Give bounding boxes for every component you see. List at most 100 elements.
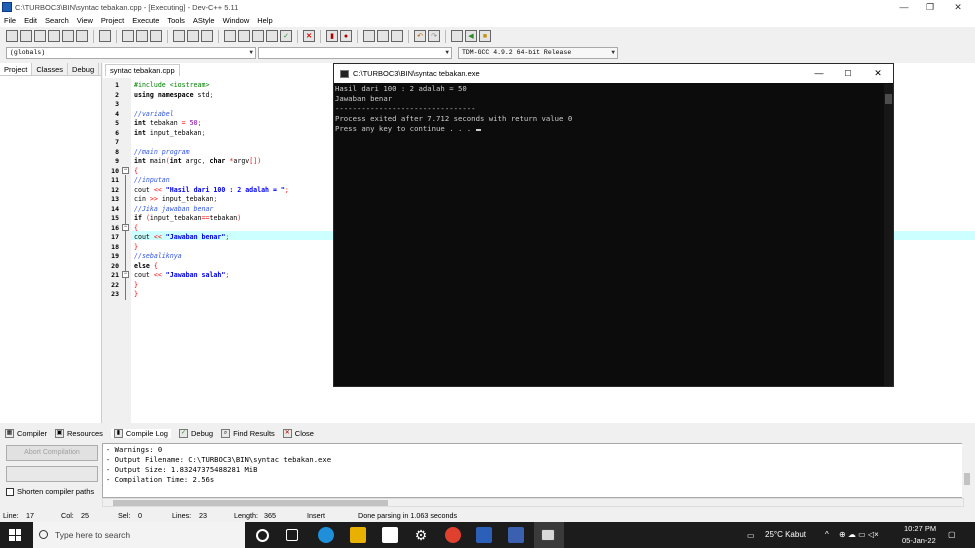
tab-find-results[interactable]: ⌕ Find Results: [221, 428, 275, 438]
fold-toggle-icon[interactable]: −: [122, 224, 129, 231]
windows-start-icon[interactable]: [9, 529, 21, 541]
new-project-icon[interactable]: [173, 30, 185, 42]
tab-debug[interactable]: ✓ Debug: [178, 428, 213, 438]
menu-search[interactable]: Search: [45, 16, 69, 25]
menu-project[interactable]: Project: [101, 16, 124, 25]
edge-icon[interactable]: [318, 527, 334, 543]
compile-log-panel: Abort Compilation Shorten compiler paths…: [0, 441, 975, 509]
toolbar-separator: [218, 29, 219, 43]
compiler-combo[interactable]: TDM-GCC 4.9.2 64-bit Release ▼: [458, 47, 618, 59]
unindent-icon[interactable]: [377, 30, 389, 42]
tab-close[interactable]: ✕ Close: [282, 428, 314, 438]
close-panel-icon: ✕: [282, 428, 292, 438]
menu-view[interactable]: View: [77, 16, 93, 25]
log-horizontal-scrollbar[interactable]: [102, 498, 964, 507]
tab-compiler[interactable]: ▦ Compiler: [5, 428, 47, 438]
clock-time[interactable]: 10:27 PM: [904, 524, 936, 533]
notification-icon[interactable]: ▢: [948, 530, 956, 539]
tab-compile-log[interactable]: ▮ Compile Log: [110, 428, 171, 438]
menu-file[interactable]: File: [4, 16, 16, 25]
devcpp-taskbar-icon[interactable]: [508, 527, 524, 543]
scroll-thumb[interactable]: [964, 473, 970, 485]
debug-icon[interactable]: ●: [340, 30, 352, 42]
symbol-combo[interactable]: ▼: [258, 47, 452, 59]
menu-astyle[interactable]: AStyle: [193, 16, 215, 25]
fold-toggle-icon[interactable]: −: [122, 271, 129, 278]
new-file-icon[interactable]: [6, 30, 18, 42]
code-line: //main program: [134, 147, 190, 156]
check-syntax-icon[interactable]: ✓: [280, 30, 292, 42]
status-sel-label: Sel:: [118, 511, 131, 520]
settings-gear-icon[interactable]: ⚙: [413, 527, 429, 543]
print-icon[interactable]: [99, 30, 111, 42]
task-view-icon[interactable]: [286, 529, 298, 541]
tab-project[interactable]: Project: [0, 63, 33, 75]
tray-chevron-icon[interactable]: ^: [825, 530, 829, 539]
open-file-icon[interactable]: [20, 30, 32, 42]
compile-icon[interactable]: [224, 30, 236, 42]
chrome-icon[interactable]: [445, 527, 461, 543]
redo-icon[interactable]: ↷: [428, 30, 440, 42]
rebuild-icon[interactable]: [266, 30, 278, 42]
cortana-icon[interactable]: [256, 529, 269, 542]
scroll-thumb[interactable]: [113, 500, 388, 506]
scroll-thumb[interactable]: [885, 94, 892, 104]
scope-combo[interactable]: (globals) ▼: [6, 47, 256, 59]
console-scrollbar[interactable]: [884, 84, 893, 386]
replace-icon[interactable]: [136, 30, 148, 42]
menu-tools[interactable]: Tools: [167, 16, 185, 25]
menu-edit[interactable]: Edit: [24, 16, 37, 25]
save-all-icon[interactable]: [48, 30, 60, 42]
file-explorer-icon[interactable]: [350, 527, 366, 543]
goto-icon[interactable]: [150, 30, 162, 42]
console-close-button[interactable]: ✕: [863, 64, 893, 83]
console-maximize-button[interactable]: ☐: [833, 64, 863, 83]
close-all-icon[interactable]: [76, 30, 88, 42]
back-icon[interactable]: ◀: [465, 30, 477, 42]
console-minimize-button[interactable]: —: [804, 64, 834, 83]
code-line: //variabel: [134, 109, 174, 118]
maximize-button[interactable]: ❐: [917, 0, 943, 14]
toolbar-separator: [357, 29, 358, 43]
chevron-down-icon: ▼: [249, 49, 253, 56]
fold-toggle-icon[interactable]: −: [122, 167, 129, 174]
minimize-button[interactable]: —: [891, 0, 917, 14]
chart-icon[interactable]: ▮: [326, 30, 338, 42]
find-icon[interactable]: [122, 30, 134, 42]
checkbox-box[interactable]: [6, 487, 14, 496]
shorten-paths-checkbox[interactable]: Shorten compiler paths: [6, 487, 94, 496]
project-options-icon[interactable]: [187, 30, 199, 42]
console-title-bar[interactable]: C:\TURBOC3\BIN\syntac tebakan.exe — ☐ ✕: [334, 64, 893, 83]
stop-execution-icon[interactable]: ✕: [303, 30, 315, 42]
indent-icon[interactable]: [363, 30, 375, 42]
compile-log-output[interactable]: - Warnings: 0- Output Filename: C:\TURBO…: [102, 443, 972, 498]
close-button[interactable]: ✕: [945, 0, 971, 14]
weather-text[interactable]: 25°C Kabut: [765, 530, 806, 539]
clock-date[interactable]: 05-Jan-22: [902, 536, 936, 545]
abort-compilation-button[interactable]: Abort Compilation: [6, 445, 98, 461]
menu-window[interactable]: Window: [223, 16, 250, 25]
log-vertical-scrollbar[interactable]: [962, 443, 972, 498]
word-icon[interactable]: [476, 527, 492, 543]
close-file-icon[interactable]: [62, 30, 74, 42]
compile-run-icon[interactable]: [252, 30, 264, 42]
tab-resources[interactable]: ▣ Resources: [55, 428, 103, 438]
tab-classes[interactable]: Classes: [32, 63, 69, 75]
bookmark-icon[interactable]: [391, 30, 403, 42]
menu-execute[interactable]: Execute: [132, 16, 159, 25]
forward-icon[interactable]: ■: [479, 30, 491, 42]
undo-icon[interactable]: ↶: [414, 30, 426, 42]
tray-icons[interactable]: ⊕ ☁ ▭ ◁×: [839, 530, 879, 539]
run-icon[interactable]: [238, 30, 250, 42]
menu-help[interactable]: Help: [257, 16, 272, 25]
store-icon[interactable]: [382, 527, 398, 543]
taskbar-search-box[interactable]: Type here to search: [33, 522, 245, 548]
console-line: Press any key to continue . . .: [335, 124, 476, 133]
console-window[interactable]: C:\TURBOC3\BIN\syntac tebakan.exe — ☐ ✕ …: [333, 63, 894, 387]
add-file-icon[interactable]: [201, 30, 213, 42]
tab-debug[interactable]: Debug: [68, 63, 100, 75]
code-line: int tebakan = 50;: [134, 119, 202, 127]
file-tab[interactable]: syntac tebakan.cpp: [105, 64, 180, 76]
save-icon[interactable]: [34, 30, 46, 42]
goto-line-icon[interactable]: [451, 30, 463, 42]
